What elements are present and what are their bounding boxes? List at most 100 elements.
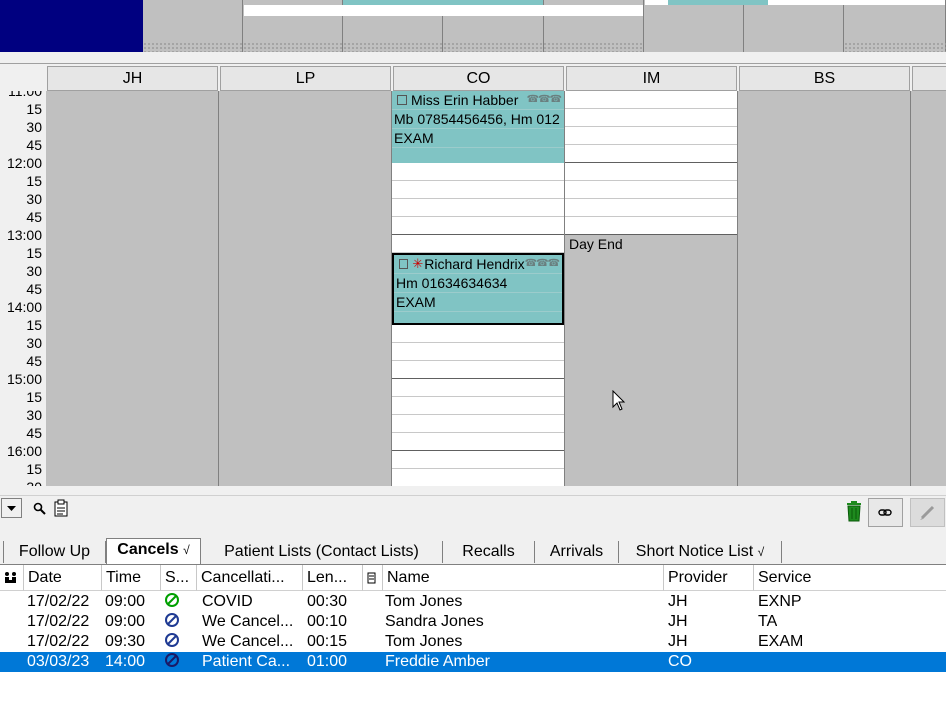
column-header-date[interactable]: Date [24, 565, 102, 591]
status-icon [165, 632, 179, 652]
cell-provider: JH [668, 613, 688, 630]
clipboard-icon[interactable] [54, 499, 68, 517]
column-header-note[interactable] [363, 565, 383, 591]
top-dotted-band [143, 42, 644, 52]
column-bs[interactable] [738, 91, 911, 486]
time-slot[interactable] [565, 163, 737, 181]
time-slot[interactable] [392, 361, 564, 379]
appointment-service: EXAM [394, 293, 562, 312]
time-slot[interactable] [565, 199, 737, 217]
time-slot[interactable] [392, 415, 564, 433]
column-header-time[interactable]: Time [102, 565, 161, 591]
column-jh[interactable] [46, 91, 219, 486]
tab-patient-lists[interactable]: Patient Lists (Contact Lists) [201, 541, 443, 563]
appointment-checkbox[interactable] [397, 95, 407, 105]
table-row[interactable]: 17/02/22 09:00 We Cancel... 00:10 Sandra Jon… [0, 612, 946, 632]
cell-provider: JH [668, 593, 688, 610]
time-slot[interactable] [565, 145, 737, 163]
list-tabs: Follow Up Cancels √ Patient Lists (Conta… [0, 538, 946, 564]
time-slot[interactable] [565, 109, 737, 127]
time-label: 15 [26, 245, 42, 261]
appointment-richard[interactable]: ✳ Richard Hendrix ☎☎☎ Hm 01634634634 EXAM [392, 253, 564, 325]
provider-header-im[interactable]: IM [566, 66, 737, 91]
cell-date: 17/02/22 [27, 593, 90, 610]
time-label: 16:00 [6, 443, 42, 459]
time-slot[interactable] [565, 127, 737, 145]
time-slot[interactable] [392, 181, 564, 199]
time-slot[interactable] [392, 325, 564, 343]
time-slot[interactable] [565, 181, 737, 199]
time-slot[interactable] [392, 217, 564, 235]
time-label: 30 [0, 478, 42, 486]
table-row[interactable]: 17/02/22 09:30 We Cancel... 00:15 Tom Jones J… [0, 632, 946, 652]
time-slot[interactable] [392, 235, 564, 253]
tab-follow-up[interactable]: Follow Up [3, 541, 106, 563]
provider-header-co[interactable]: CO [393, 66, 564, 91]
column-lp[interactable] [219, 91, 392, 486]
cancel-status-icon [165, 593, 179, 607]
cell-reason: COVID [202, 593, 253, 610]
column-header-service[interactable]: Service [754, 565, 946, 591]
time-label: 15 [26, 461, 42, 477]
appointment-erin[interactable]: Miss Erin Habber ☎☎☎ Mb 07854456456, Hm 01… [392, 91, 564, 163]
cancellation-list: Date Time S... Cancellati... Len... Name… [0, 564, 946, 723]
time-label: 14:00 [6, 299, 42, 315]
top-navy-block[interactable] [0, 0, 143, 52]
column-header-length[interactable]: Len... [303, 565, 363, 591]
table-row[interactable]: 17/02/22 09:00 COVID 00:30 Tom Jones JH EXNP [0, 592, 946, 612]
cell-date: 17/02/22 [27, 633, 90, 650]
appointment-checkbox[interactable] [399, 259, 409, 269]
appointment-patient-name: Miss Erin Habber [411, 92, 519, 108]
column-im[interactable] [565, 91, 738, 486]
provider-header-bs[interactable]: BS [739, 66, 910, 91]
time-slot[interactable] [392, 199, 564, 217]
column-header-name[interactable]: Name [383, 565, 664, 591]
cell-length: 00:15 [307, 633, 348, 650]
column-header-status[interactable]: S... [161, 565, 197, 591]
tab-recalls[interactable]: Recalls [443, 541, 535, 563]
column-header-people[interactable] [0, 565, 24, 591]
cell-date: 17/02/22 [27, 613, 90, 630]
search-icon[interactable] [33, 502, 47, 516]
trash-icon[interactable] [845, 500, 863, 522]
tab-short-notice-list[interactable]: Short Notice List √ [619, 541, 782, 563]
appointment-service: EXAM [392, 129, 564, 148]
provider-header-jh[interactable]: JH [47, 66, 218, 91]
time-slot[interactable] [565, 217, 737, 235]
time-slot[interactable] [392, 397, 564, 415]
edit-button[interactable] [910, 498, 945, 527]
column-header-provider[interactable]: Provider [664, 565, 754, 591]
cell-provider: JH [668, 633, 688, 650]
time-slot[interactable] [392, 451, 564, 469]
link-button[interactable] [868, 498, 903, 527]
time-slot[interactable] [392, 469, 564, 486]
note-icon [367, 572, 376, 584]
tab-check-icon: √ [183, 543, 190, 557]
mouse-cursor-icon [612, 390, 626, 411]
time-slot[interactable] [392, 379, 564, 397]
time-label: 12:00 [6, 155, 42, 171]
time-label: 15 [26, 389, 42, 405]
column-co[interactable]: Miss Erin Habber ☎☎☎ Mb 07854456456, Hm 01… [392, 91, 565, 486]
column-next[interactable] [911, 91, 946, 486]
tab-check-icon: √ [757, 545, 765, 559]
top-appointment-bar[interactable] [343, 0, 543, 5]
top-white-slot [244, 5, 643, 16]
tab-cancels[interactable]: Cancels √ [106, 538, 201, 564]
provider-header-lp[interactable]: LP [220, 66, 391, 91]
tab-arrivals[interactable]: Arrivals [535, 541, 619, 563]
column-header-cancellation[interactable]: Cancellati... [197, 565, 303, 591]
cell-provider: CO [668, 653, 692, 670]
tab-label: Short Notice List [635, 543, 754, 560]
top-appointment-bar[interactable] [668, 0, 768, 5]
pen-icon [920, 505, 935, 520]
time-slot[interactable] [392, 343, 564, 361]
time-slot[interactable] [392, 433, 564, 451]
time-slot[interactable] [565, 91, 737, 109]
provider-header-next[interactable] [912, 66, 946, 91]
dropdown-button[interactable] [1, 498, 22, 518]
time-label: 13:00 [6, 227, 42, 243]
table-row[interactable]: 03/03/23 14:00 Patient Ca... 01:00 Freddie A… [0, 652, 946, 672]
status-icon [165, 612, 179, 632]
time-slot[interactable] [392, 163, 564, 181]
